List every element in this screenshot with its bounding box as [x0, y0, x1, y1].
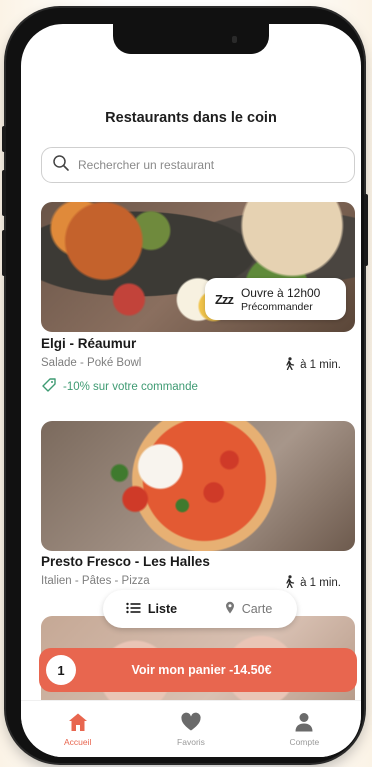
search-icon — [52, 154, 70, 177]
distance-label: à 1 min. — [300, 577, 341, 589]
user-icon — [293, 712, 315, 734]
view-cart-label: Voir mon panier -14.50€ — [131, 663, 272, 677]
sleep-icon: Zzz — [215, 291, 234, 307]
tab-label: Favoris — [177, 736, 205, 747]
walking-person-icon — [284, 575, 295, 591]
heart-icon — [180, 712, 202, 734]
view-cart-button[interactable]: 1 Voir mon panier -14.50€ — [39, 648, 357, 692]
opening-time-label: Ouvre à 12h00 — [240, 285, 321, 300]
page-title: Restaurants dans le coin — [105, 110, 277, 126]
tab-favoris[interactable]: Favoris — [134, 701, 247, 757]
promo-label: -10% sur votre commande — [63, 380, 198, 393]
phone-frame: Restaurants dans le coin Zzz Ouvre à 12h… — [2, 8, 368, 763]
power-button — [364, 194, 368, 266]
map-view-button[interactable]: Carte — [200, 590, 297, 628]
list-icon — [126, 602, 141, 617]
tab-compte[interactable]: Compte — [248, 701, 361, 757]
restaurant-tags: Italien - Pâtes - Pizza — [41, 575, 150, 587]
stage: Restaurants dans le coin Zzz Ouvre à 12h… — [0, 0, 372, 767]
restaurant-name[interactable]: Elgi - Réaumur — [41, 336, 136, 351]
volume-down-button — [2, 230, 6, 276]
map-view-label: Carte — [241, 602, 273, 616]
walking-person-icon — [284, 357, 295, 373]
restaurant-image[interactable] — [41, 421, 355, 551]
restaurant-tags: Salade - Poké Bowl — [41, 357, 142, 369]
map-pin-icon — [225, 601, 235, 617]
view-toggle: Liste Carte — [103, 590, 297, 628]
list-view-button[interactable]: Liste — [103, 590, 200, 628]
opening-status-badge[interactable]: Zzz Ouvre à 12h00 Précommander — [205, 278, 346, 320]
notch — [113, 24, 269, 54]
camera — [232, 36, 237, 43]
walking-distance: à 1 min. — [284, 357, 341, 373]
promo-offer: -10% sur votre commande — [41, 377, 198, 396]
volume-up-button — [2, 170, 6, 216]
search-bar[interactable] — [41, 147, 355, 183]
tab-label: Accueil — [63, 736, 92, 747]
search-input[interactable] — [78, 158, 318, 172]
restaurant-name[interactable]: Presto Fresco - Les Halles — [41, 554, 210, 569]
tag-icon — [41, 377, 57, 396]
list-view-label: Liste — [147, 602, 178, 616]
home-icon — [67, 712, 89, 734]
walking-distance: à 1 min. — [284, 575, 341, 591]
tab-accueil[interactable]: Accueil — [21, 701, 134, 757]
silent-switch — [2, 126, 6, 152]
preorder-label: Précommander — [240, 300, 313, 313]
app-screen: Restaurants dans le coin Zzz Ouvre à 12h… — [21, 24, 361, 757]
bottom-tab-bar: Accueil Favoris Compte — [21, 700, 361, 757]
cart-count-badge: 1 — [46, 655, 76, 685]
tab-label: Compte — [289, 736, 320, 747]
distance-label: à 1 min. — [300, 359, 341, 371]
